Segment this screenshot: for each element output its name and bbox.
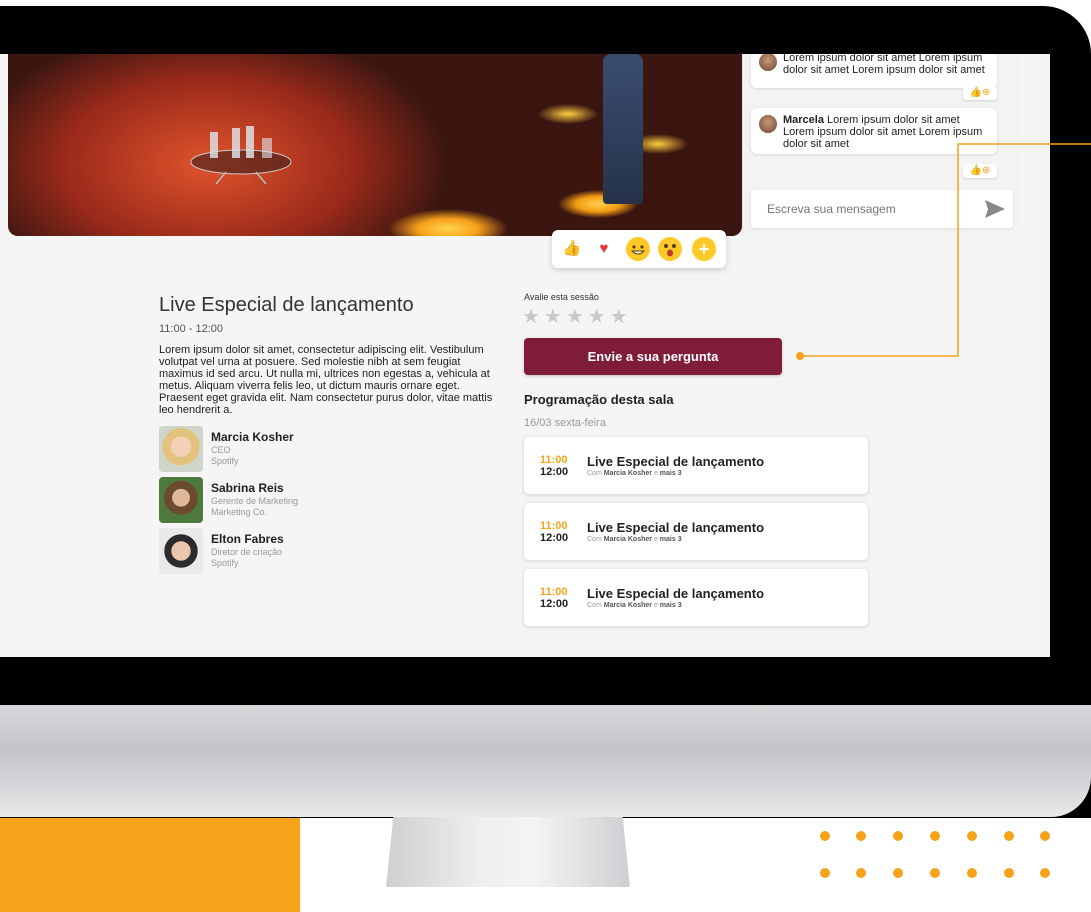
speaker-name: Sabrina Reis: [211, 481, 284, 495]
schedule-item[interactable]: 11:00 12:00 Live Especial de lançamento …: [524, 569, 868, 626]
decorative-dot: [1040, 868, 1050, 878]
message-input-placeholder: Escreva sua mensagem: [767, 202, 896, 216]
decorative-dot: [893, 831, 903, 841]
speaker-card[interactable]: Elton Fabres Diretor de criação Spotify: [159, 528, 419, 574]
send-icon[interactable]: [985, 200, 1005, 218]
schedule-item-speakers: Com Marcia Kosher e mais 3: [587, 602, 682, 609]
heart-icon[interactable]: ♥: [592, 237, 616, 261]
decorative-dot: [967, 868, 977, 878]
speaker-role: Diretor de criação: [211, 547, 283, 557]
session-title: Live Especial de lançamento: [159, 294, 414, 316]
decorative-dot: [820, 831, 830, 841]
decorative-dot: [820, 868, 830, 878]
decorative-dot: [856, 831, 866, 841]
schedule-item[interactable]: 11:00 12:00 Live Especial de lançamento …: [524, 437, 868, 494]
monitor-chin: [0, 705, 1091, 817]
avatar: [159, 477, 203, 523]
speaker-role: Gerente de Marketing: [211, 496, 299, 506]
message-reaction-button[interactable]: 👍⊕: [963, 164, 997, 178]
chat-message: Lorem ipsum dolor sit amet Lorem ipsum d…: [751, 54, 997, 88]
decorative-dot: [930, 868, 940, 878]
rating-label: Avalie esta sessão: [524, 292, 599, 302]
speaker-company: Spotify: [211, 558, 239, 568]
surprised-emoji-icon[interactable]: [658, 237, 682, 261]
schedule-item-title: Live Especial de lançamento: [587, 586, 765, 601]
speaker-company: Spotify: [211, 456, 239, 466]
decorative-dot: [967, 831, 977, 841]
schedule-end-time: 12:00: [540, 466, 569, 478]
app-screen: Lorem ipsum dolor sit amet Lorem ipsum d…: [0, 54, 1050, 657]
chat-panel: Lorem ipsum dolor sit amet Lorem ipsum d…: [742, 54, 1019, 236]
speaker-name: Elton Fabres: [211, 532, 284, 546]
ask-question-button[interactable]: Envie a sua pergunta: [524, 338, 782, 375]
speaker-name: Marcia Kosher: [211, 430, 294, 444]
session-time: 11:00 - 12:00: [159, 323, 224, 335]
avatar: [759, 54, 777, 71]
message-reaction-button[interactable]: 👍⊕: [963, 86, 997, 100]
thumbs-up-icon[interactable]: 👍: [560, 237, 584, 261]
add-reaction-icon[interactable]: +: [692, 237, 716, 261]
grin-emoji-icon[interactable]: [626, 237, 650, 261]
avatar: [159, 528, 203, 574]
schedule-item[interactable]: 11:00 12:00 Live Especial de lançamento …: [524, 503, 868, 560]
schedule-date: 16/03 sexta-feira: [524, 417, 606, 429]
message-input[interactable]: Escreva sua mensagem: [751, 190, 1013, 228]
schedule-title: Programação desta sala: [524, 392, 674, 407]
reactions-bar: 👍 ♥ +: [552, 230, 726, 268]
schedule-item-speakers: Com Marcia Kosher e mais 3: [587, 536, 682, 543]
decorative-dot: [856, 868, 866, 878]
speaker-role: CEO: [211, 445, 231, 455]
decorative-dot: [1004, 868, 1014, 878]
speaker-figure-image: [603, 54, 643, 204]
decorative-dot: [893, 868, 903, 878]
speaker-card[interactable]: Marcia Kosher CEO Spotify: [159, 426, 419, 472]
session-description: Lorem ipsum dolor sit amet, consectetur …: [159, 344, 493, 416]
schedule-item-title: Live Especial de lançamento: [587, 454, 765, 469]
schedule-start-time: 11:00: [540, 586, 568, 598]
stage-table-image: [190, 126, 292, 184]
monitor-stand: [386, 817, 630, 887]
live-video-player[interactable]: [8, 54, 742, 236]
chat-message: Marcela Lorem ipsum dolor sit amet Lorem…: [751, 108, 997, 154]
schedule-item-title: Live Especial de lançamento: [587, 520, 765, 535]
star-rating[interactable]: ★★★★★: [522, 304, 632, 329]
chat-message-author: Marcela: [783, 114, 824, 126]
avatar: [159, 426, 203, 472]
schedule-start-time: 11:00: [540, 520, 568, 532]
decorative-dot: [1040, 831, 1050, 841]
schedule-end-time: 12:00: [540, 532, 569, 544]
chat-message-text: Lorem ipsum dolor sit amet Lorem ipsum d…: [783, 54, 985, 76]
schedule-end-time: 12:00: [540, 598, 569, 610]
avatar: [759, 115, 777, 133]
schedule-item-speakers: Com Marcia Kosher e mais 3: [587, 470, 682, 477]
speaker-card[interactable]: Sabrina Reis Gerente de Marketing Market…: [159, 477, 419, 523]
decorative-dot: [930, 831, 940, 841]
speaker-company: Marketing Co.: [211, 507, 268, 517]
schedule-start-time: 11:00: [540, 454, 568, 466]
decorative-dot: [1004, 831, 1014, 841]
